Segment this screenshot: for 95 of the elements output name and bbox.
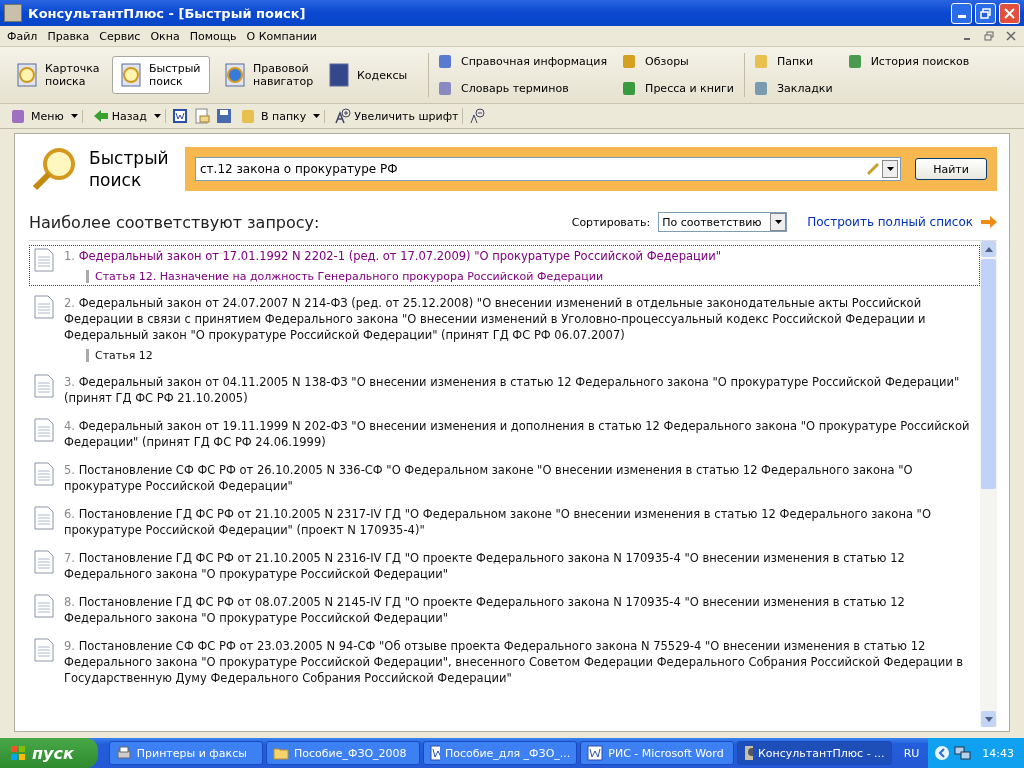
result-title[interactable]: 7. Постановление ГД ФС РФ от 21.10.2005 N 2316-IV ГД "О проекте Федерального закона N 170935-4 "О внесении изменения в статью 12 Федерального закона "О прокуратуре Российской Федерации"	[64, 550, 975, 582]
toolbar-link[interactable]: Обзоры	[623, 55, 735, 68]
word-icon	[430, 745, 440, 761]
taskbar-button[interactable]: Пособие_для _ФЗО_...	[423, 741, 578, 765]
document-icon	[34, 594, 54, 618]
scrollbar[interactable]	[980, 241, 997, 727]
caret-icon	[153, 114, 161, 118]
printer-icon	[115, 745, 132, 761]
search-field[interactable]: ст.12 закона о прокуратуре РФ	[195, 157, 901, 181]
close-button[interactable]	[999, 2, 1020, 24]
back-arrow-icon	[92, 109, 109, 123]
word-icon	[587, 745, 604, 761]
chevron-left-icon[interactable]	[934, 745, 951, 761]
taskbar-button[interactable]: КонсультантПлюс - ...	[737, 741, 892, 765]
caret-icon	[70, 114, 78, 118]
menu-item[interactable]: Окна	[145, 29, 185, 43]
restore-button[interactable]	[975, 2, 996, 24]
document-mail-icon[interactable]	[193, 108, 210, 124]
app-icon	[744, 745, 753, 761]
result-item[interactable]: 6. Постановление ГД ФС РФ от 21.10.2005 N 2317-IV ГД "О Федеральном законе "О внесении изменения в статью 12 Федерального закона "О прокуратуре Российской Федерации" (проект N 170935-4)"	[29, 503, 980, 541]
taskbar-button[interactable]: Пособие_ФЗО_2008	[265, 741, 421, 765]
find-button[interactable]: Найти	[915, 158, 987, 180]
result-title[interactable]: 3. Федеральный закон от 04.11.2005 N 138-ФЗ "О внесении изменения в статью 12 Федерального закона "О прокуратуре Российской Федерации" (принят ГД ФС РФ 21.10.2005)	[64, 374, 975, 406]
network-icon[interactable]	[954, 745, 973, 761]
result-item[interactable]: 3. Федеральный закон от 04.11.2005 N 138-ФЗ "О внесении изменения в статью 12 Федерального закона "О прокуратуре Российской Федерации" (принят ГД ФС РФ 21.10.2005)	[29, 371, 980, 409]
toolbar-button[interactable]: Быстрый поиск	[112, 56, 210, 94]
result-title[interactable]: 8. Постановление ГД ФС РФ от 08.07.2005 N 2145-IV ГД "О проекте Федерального закона N 170935-4 "О внесении изменения в статью 12 Федерального закона "О прокуратуре Российской Федерации"	[64, 594, 975, 626]
toolbar-link[interactable]: История поисков	[848, 55, 970, 68]
mdi-close-icon[interactable]	[1006, 31, 1016, 41]
app-icon	[4, 4, 22, 22]
menu-item[interactable]: О Компании	[241, 29, 322, 43]
full-list-link[interactable]: Построить полный список	[807, 215, 973, 229]
result-title[interactable]: 9. Постановление СФ ФС РФ от 23.03.2005 N 94-СФ "Об отзыве проекта Федерального закона N 75529-4 "О внесении изменения в статью 12 Федерального закона "О прокуратуре Российской Федерации", внесенного Советом Федерации Федерального Собрания Российской Федерации в Государственную Думу Федерального Собрания Российской Федерации"	[64, 638, 975, 686]
minimize-icon	[957, 15, 966, 18]
restore-icon	[980, 7, 991, 19]
document-icon	[34, 638, 54, 662]
toolbar-link[interactable]: Закладки	[755, 82, 833, 95]
result-title[interactable]: 4. Федеральный закон от 19.11.1999 N 202-ФЗ "О внесении изменения и дополнения в статью 12 Федерального закона "О прокуратуре Российской Федерации" (принят ГД ФС РФ 24.06.1999)	[64, 418, 975, 450]
clock: 14:43	[982, 746, 1015, 760]
toolbar-link[interactable]: Словарь терминов	[439, 82, 608, 95]
menu-item[interactable]: Сервис	[94, 29, 146, 43]
toolbar-link[interactable]: Справочная информация	[439, 55, 608, 68]
dropdown-arrow-icon	[774, 220, 782, 224]
mdi-restore-icon[interactable]	[984, 31, 994, 41]
document-icon	[34, 418, 54, 442]
language-indicator[interactable]: RU	[903, 746, 920, 760]
toolbar-button[interactable]: Правовой навигатор	[216, 56, 314, 94]
document-icon	[34, 248, 54, 272]
result-item[interactable]: 5. Постановление СФ ФС РФ от 26.10.2005 N 336-СФ "О Федеральном законе "О внесении изменения в статью 12 Федерального закона "О прокуратуре Российской Федерации"	[29, 459, 980, 497]
folder-button[interactable]: В папку	[237, 109, 326, 123]
result-title[interactable]: 6. Постановление ГД ФС РФ от 21.10.2005 N 2317-IV ГД "О Федеральном законе "О внесении изменения в статью 12 Федерального закона "О прокуратуре Российской Федерации" (проект N 170935-4)"	[64, 506, 975, 538]
taskbar-button[interactable]: Принтеры и факсы	[108, 741, 263, 765]
minimize-button[interactable]	[951, 2, 972, 24]
result-item[interactable]: 1. Федеральный закон от 17.01.1992 N 2202-1 (ред. от 17.07.2009) "О прокуратуре Российской Федерации" Статья 12. Назначение на должность Генерального прокурора Российской Федерации	[29, 245, 980, 286]
scroll-up-icon[interactable]	[984, 246, 993, 252]
toolbar-button[interactable]: Карточка поиска	[8, 56, 106, 94]
results-heading: Наиболее соответствуют запросу:	[29, 212, 320, 232]
document-icon	[34, 374, 54, 398]
document-icon	[34, 550, 54, 574]
start-button[interactable]: пуск	[0, 738, 98, 768]
result-item[interactable]: 7. Постановление ГД ФС РФ от 21.10.2005 N 2316-IV ГД "О проекте Федерального закона N 170935-4 "О внесении изменения в статью 12 Федерального закона "О прокуратуре Российской Федерации"	[29, 547, 980, 585]
result-item[interactable]: 4. Федеральный закон от 19.11.1999 N 202-ФЗ "О внесении изменения и дополнения в статью 12 Федерального закона "О прокуратуре Российской Федерации" (принят ГД ФС РФ 24.06.1999)	[29, 415, 980, 453]
result-title[interactable]: 2. Федеральный закон от 24.07.2007 N 214-ФЗ (ред. от 25.12.2008) "О внесении изменений в отдельные законодательные акты Российской Федерации в связи с принятием Федерального закона "О внесении изменений в Уголовно-процессуальный кодекс Российской Федерации и Федеральный закон "О прокуратуре Российской Федерации" (принят ГД ФС РФ 06.07.2007)	[64, 295, 975, 343]
result-title[interactable]: 1. Федеральный закон от 17.01.1992 N 2202-1 (ред. от 17.07.2009) "О прокуратуре Российской Федерации"	[64, 248, 722, 264]
windows-logo-icon	[10, 745, 26, 761]
menu-item[interactable]: Помощь	[184, 29, 242, 43]
scroll-down-icon[interactable]	[984, 716, 993, 722]
sort-dropdown[interactable]: По соответствию	[658, 212, 788, 232]
document-icon	[34, 462, 54, 486]
close-icon	[1004, 7, 1015, 19]
menu-item[interactable]: Правка	[42, 29, 95, 43]
caret-icon	[313, 114, 321, 118]
increase-font-button[interactable]: Увеличить шрифт	[331, 108, 464, 124]
search-title: Быстрый поиск	[89, 147, 170, 191]
menu-item[interactable]: Файл	[2, 29, 43, 43]
increase-font-icon	[335, 108, 352, 124]
document-icon	[34, 295, 54, 319]
article-link[interactable]: Статья 12. Назначение на должность Генерального прокурора Российской Федерации	[86, 270, 722, 283]
toolbar-link[interactable]: Пресса и книги	[623, 82, 735, 95]
result-item[interactable]: 8. Постановление ГД ФС РФ от 08.07.2005 N 2145-IV ГД "О проекте Федерального закона N 170935-4 "О внесении изменения в статью 12 Федерального закона "О прокуратуре Российской Федерации"	[29, 591, 980, 629]
result-title[interactable]: 5. Постановление СФ ФС РФ от 26.10.2005 N 336-СФ "О Федеральном законе "О внесении изменения в статью 12 Федерального закона "О прокуратуре Российской Федерации"	[64, 462, 975, 494]
window-title: КонсультантПлюс - [Быстрый поиск]	[28, 5, 306, 21]
folder-icon	[272, 745, 289, 761]
toolbar-button[interactable]: Кодексы	[320, 56, 418, 94]
back-button[interactable]: Назад	[88, 109, 166, 123]
article-link[interactable]: Статья 12	[86, 349, 975, 362]
save-icon[interactable]	[215, 108, 232, 124]
menu-button[interactable]: Меню	[8, 109, 83, 123]
decrease-font-icon[interactable]	[469, 108, 486, 124]
document-icon	[34, 506, 54, 530]
taskbar-button[interactable]: РИС - Microsoft Word	[580, 741, 735, 765]
word-icon[interactable]	[171, 108, 188, 124]
arrow-right-icon[interactable]	[981, 216, 997, 228]
sort-label: Сортировать:	[571, 215, 651, 229]
toolbar-link[interactable]: Папки	[755, 55, 833, 68]
